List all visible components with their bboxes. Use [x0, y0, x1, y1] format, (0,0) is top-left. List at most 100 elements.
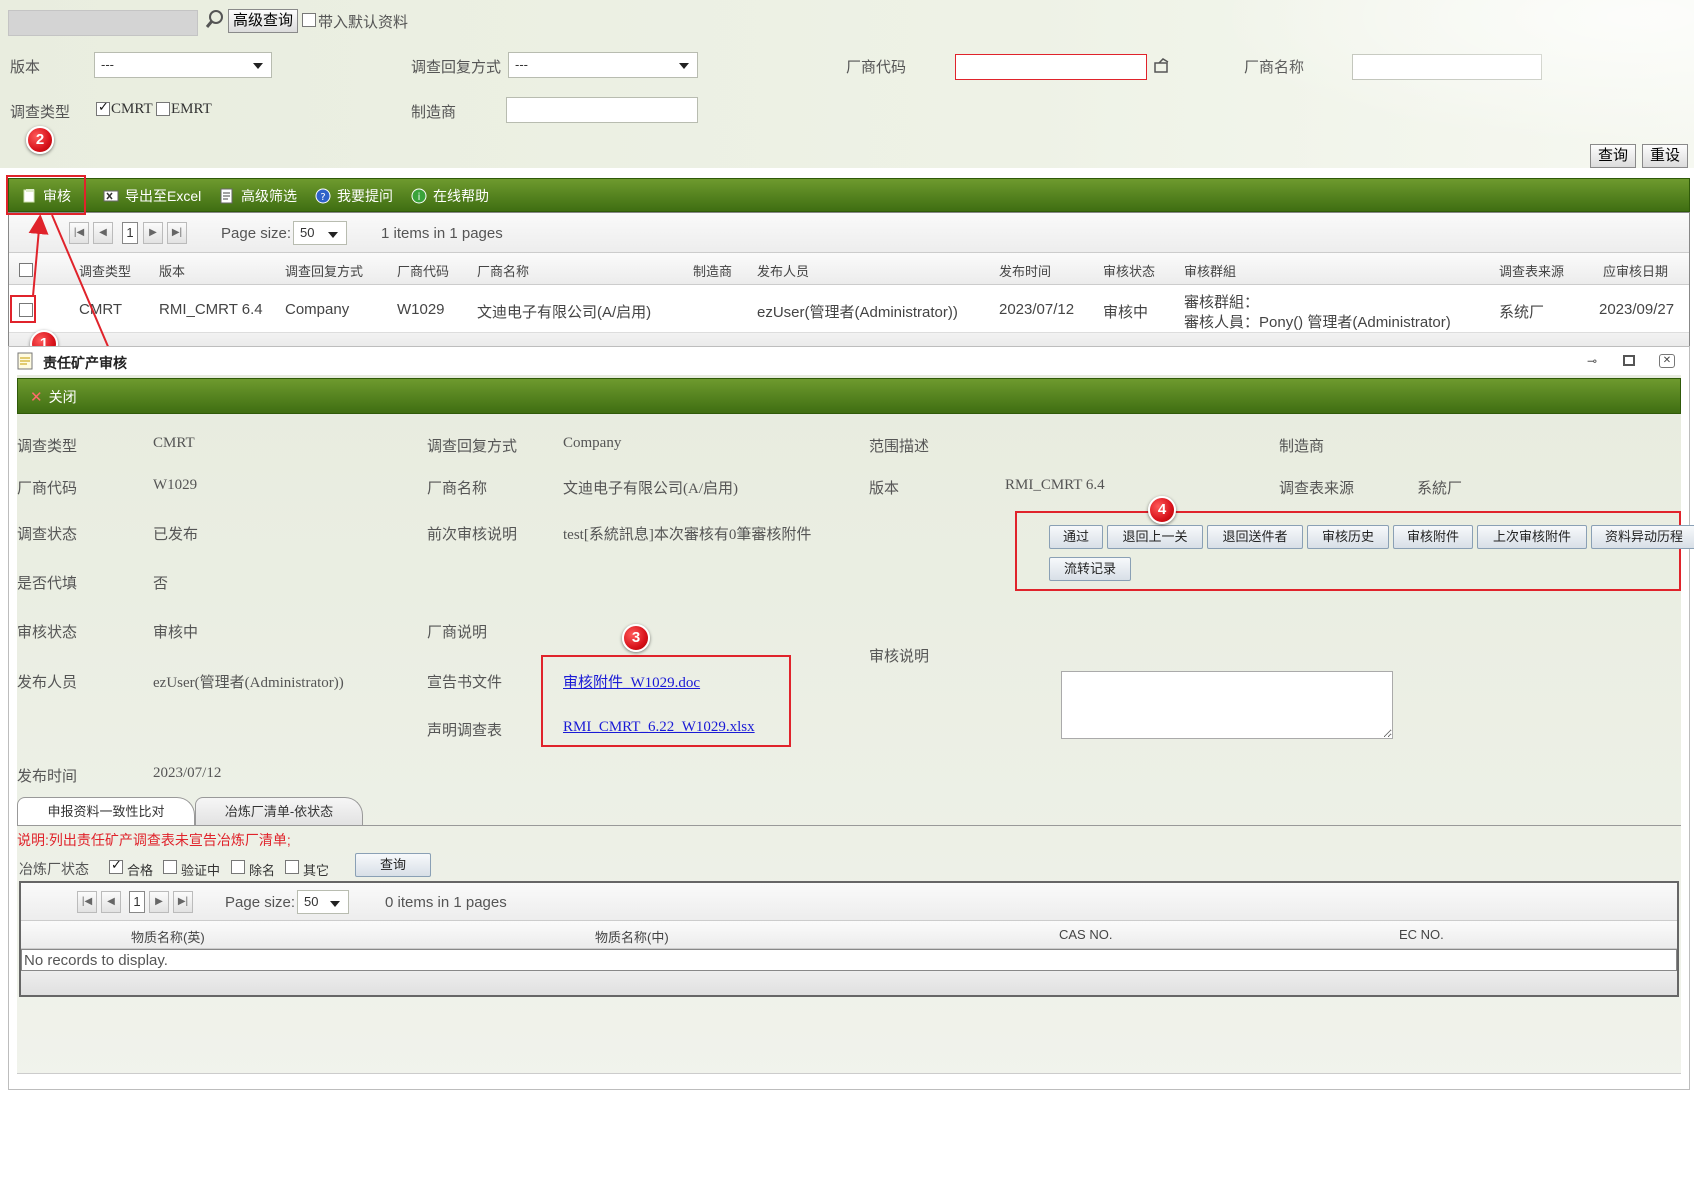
- return-previous-button[interactable]: 退回上一关: [1107, 525, 1203, 549]
- sub-pager: |◀ ◀ 1 ▶ ▶| Page size: 50 0 items in 1 p…: [21, 883, 1677, 921]
- vendor-code-input[interactable]: [955, 54, 1147, 80]
- flow-record-button[interactable]: 流转记录: [1049, 557, 1131, 581]
- pin-icon[interactable]: ⊸: [1587, 354, 1603, 368]
- ask-question-button[interactable]: ? 我要提问: [315, 179, 393, 213]
- close-icon[interactable]: ✕: [1659, 354, 1675, 368]
- page-size-select[interactable]: 50: [293, 221, 347, 245]
- col-cas-no[interactable]: CAS NO.: [1059, 927, 1112, 942]
- tab-consistency[interactable]: 申报资料一致性比对: [17, 797, 195, 825]
- maximize-icon[interactable]: [1623, 355, 1635, 366]
- review-status-value: 审核中: [153, 625, 199, 641]
- status-delisted-checkbox[interactable]: [231, 858, 245, 875]
- col-review-group[interactable]: 审核群組: [1184, 261, 1236, 280]
- version-label: 版本: [10, 59, 41, 76]
- approve-button[interactable]: 通过: [1049, 525, 1103, 549]
- svg-text:i: i: [418, 192, 421, 203]
- select-all-checkbox[interactable]: [19, 261, 33, 277]
- smelter-query-button[interactable]: 查询: [355, 853, 431, 877]
- status-other-checkbox[interactable]: [285, 858, 299, 875]
- return-sender-button[interactable]: 退回送件者: [1207, 525, 1303, 549]
- annotation-badge-3: 3: [622, 624, 650, 652]
- reply-mode-value: Company: [563, 435, 622, 451]
- reply-mode-select[interactable]: ---: [508, 52, 698, 78]
- col-due-date[interactable]: 应审核日期: [1603, 261, 1668, 280]
- last-review-attachment-button[interactable]: 上次审核附件: [1477, 525, 1587, 549]
- proxy-label: 是否代填: [17, 575, 78, 592]
- smelter-note: 说明:列出责任矿产调查表未宣告冶炼厂清单;: [17, 832, 291, 848]
- no-records-text: No records to display.: [24, 952, 168, 969]
- col-manufacturer[interactable]: 制造商: [693, 261, 732, 280]
- dialog-bottom-panel: [17, 1073, 1681, 1085]
- sub-last-page-button[interactable]: ▶|: [173, 891, 193, 913]
- search-icon[interactable]: [204, 8, 226, 30]
- cell-version: RMI_CMRT 6.4: [159, 301, 263, 318]
- data-change-history-button[interactable]: 资料异动历程: [1591, 525, 1694, 549]
- tab-smelter-list[interactable]: 冶炼厂清单-依状态: [195, 797, 363, 825]
- col-vendor-name[interactable]: 厂商名称: [477, 261, 529, 280]
- grid-pager: |◀ ◀ 1 ▶ ▶| Page size: 50 1 items in 1 p…: [9, 213, 1689, 253]
- cell-reply-mode: Company: [285, 301, 350, 318]
- export-excel-button[interactable]: 导出至Excel: [103, 179, 201, 213]
- sub-first-page-button[interactable]: |◀: [77, 891, 97, 913]
- default-data-checkbox[interactable]: [302, 11, 316, 28]
- query-button[interactable]: 查询: [1590, 144, 1636, 168]
- prev-page-button[interactable]: ◀: [93, 222, 113, 244]
- col-substance-en[interactable]: 物质名称(英): [131, 927, 205, 946]
- cmrt-checkbox[interactable]: [96, 99, 110, 117]
- close-dialog-button[interactable]: ✕ 关闭: [30, 379, 77, 415]
- smelter-status-label: 冶炼厂状态: [19, 861, 89, 877]
- sub-page-number[interactable]: 1: [129, 891, 145, 913]
- lookup-icon[interactable]: [1152, 56, 1172, 76]
- version-select[interactable]: ---: [94, 52, 272, 78]
- col-review-status[interactable]: 审核状态: [1103, 261, 1155, 280]
- status-qualified-checkbox[interactable]: [109, 857, 123, 875]
- col-publish-time[interactable]: 发布时间: [999, 261, 1051, 280]
- grid-header: 调查类型 版本 调查回复方式 厂商代码 厂商名称 制造商 发布人员 发布时间 审…: [9, 253, 1689, 285]
- cmrt-label: CMRT: [111, 101, 153, 117]
- review-history-button[interactable]: 审核历史: [1307, 525, 1389, 549]
- quick-search-input[interactable]: [8, 10, 198, 36]
- next-page-button[interactable]: ▶: [143, 222, 163, 244]
- version-value: RMI_CMRT 6.4: [1005, 477, 1105, 493]
- col-source[interactable]: 调查表来源: [1499, 261, 1564, 280]
- survey-status-label: 调查状态: [17, 526, 78, 543]
- sub-grid-footer: [21, 971, 1677, 995]
- col-survey-type[interactable]: 调查类型: [79, 261, 131, 280]
- declaration-label: 宣告书文件: [427, 674, 503, 691]
- reset-button[interactable]: 重设: [1642, 144, 1688, 168]
- vendor-code-value: W1029: [153, 477, 198, 493]
- annotation-badge-4: 4: [1148, 496, 1176, 524]
- table-row[interactable]: CMRT RMI_CMRT 6.4 Company W1029 文迪电子有限公司…: [9, 285, 1689, 333]
- review-attachment-button[interactable]: 审核附件: [1393, 525, 1473, 549]
- excel-icon: [103, 188, 119, 204]
- review-note-textarea[interactable]: [1061, 671, 1393, 739]
- cell-vendor-code: W1029: [397, 301, 445, 318]
- col-vendor-code[interactable]: 厂商代码: [397, 261, 449, 280]
- col-substance-zh[interactable]: 物质名称(中): [595, 927, 669, 946]
- vendor-name-input[interactable]: [1352, 54, 1542, 80]
- col-ec-no[interactable]: EC NO.: [1399, 927, 1444, 942]
- online-help-button[interactable]: i 在线帮助: [411, 179, 489, 213]
- emrt-checkbox[interactable]: [156, 100, 170, 117]
- advanced-search-button[interactable]: 高级查询: [228, 9, 298, 33]
- col-reply-mode[interactable]: 调查回复方式: [285, 261, 363, 280]
- first-page-button[interactable]: |◀: [69, 222, 89, 244]
- status-verifying-checkbox[interactable]: [163, 858, 177, 875]
- advanced-filter-button[interactable]: 高级筛选: [219, 179, 297, 213]
- close-x-icon: ✕: [30, 389, 43, 406]
- col-publisher[interactable]: 发布人员: [757, 261, 809, 280]
- export-excel-label: 导出至Excel: [125, 188, 202, 204]
- vendor-name-label: 厂商名称: [427, 480, 488, 497]
- sub-next-page-button[interactable]: ▶: [149, 891, 169, 913]
- sub-page-size-select[interactable]: 50: [297, 890, 349, 914]
- page-number[interactable]: 1: [122, 222, 138, 244]
- dialog-toolbar: ✕ 关闭: [17, 378, 1681, 414]
- sub-page-size-label: Page size:: [225, 894, 296, 911]
- dialog-titlebar: 责任矿产审核 ⊸ ✕: [9, 347, 1689, 375]
- col-version[interactable]: 版本: [159, 261, 185, 280]
- last-page-button[interactable]: ▶|: [167, 222, 187, 244]
- page-size-label: Page size:: [221, 225, 292, 242]
- manufacturer-input[interactable]: [506, 97, 698, 123]
- sub-prev-page-button[interactable]: ◀: [101, 891, 121, 913]
- survey-type-label: 调查类型: [10, 104, 71, 121]
